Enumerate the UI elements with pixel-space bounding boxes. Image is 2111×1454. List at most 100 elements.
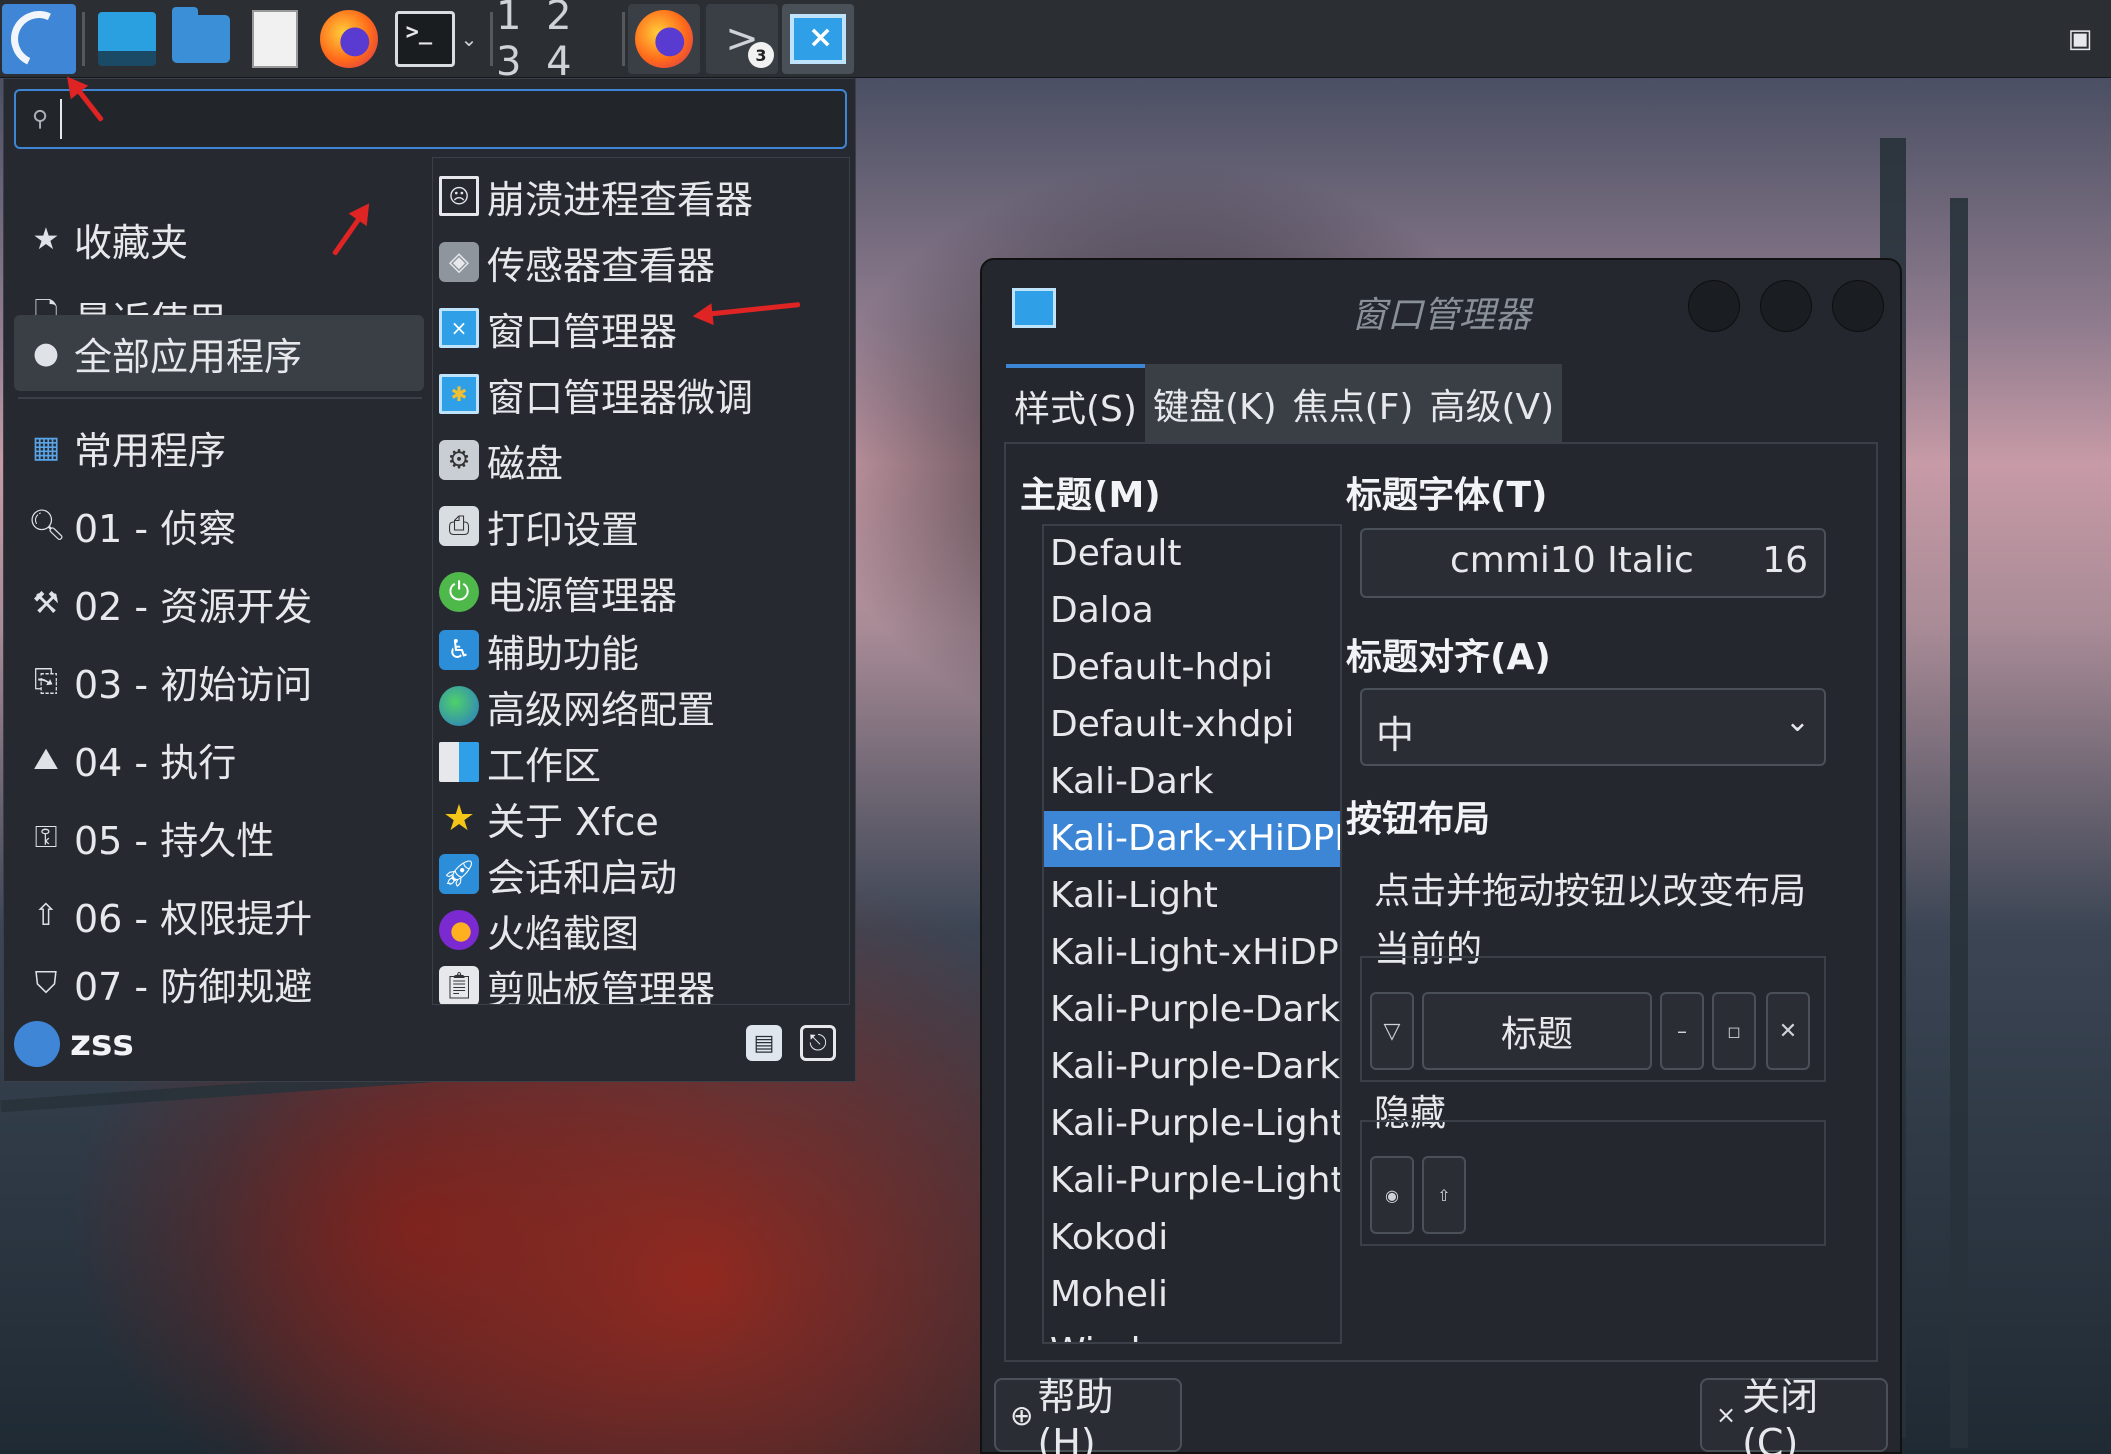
theme-item[interactable]: Kali-Light-xHiDPI bbox=[1044, 925, 1340, 981]
tab-focus[interactable]: 焦点(F) bbox=[1284, 364, 1422, 444]
terminal-window-button[interactable]: > 3 bbox=[706, 4, 778, 74]
theme-item[interactable]: Kali-Purple-Dark bbox=[1044, 982, 1340, 1038]
app-power-manager[interactable]: ⏻ 电源管理器 bbox=[439, 562, 677, 622]
category-execution[interactable]: ⛰ 04 - 执行 bbox=[14, 721, 424, 797]
theme-item[interactable]: Kali-Dark bbox=[1044, 754, 1340, 810]
minimize-icon: – bbox=[1677, 1019, 1687, 1043]
show-desktop-button[interactable] bbox=[92, 4, 162, 74]
text-editor-button[interactable] bbox=[242, 4, 308, 74]
close-window-button[interactable] bbox=[1832, 280, 1884, 332]
title-layout-button[interactable]: 标题 bbox=[1422, 992, 1652, 1070]
network-globe-icon bbox=[439, 686, 479, 726]
window-manager-window-button[interactable] bbox=[782, 4, 854, 74]
grid-icon: ▦ bbox=[31, 429, 61, 465]
tab-keyboard[interactable]: 键盘(K) bbox=[1144, 364, 1285, 444]
power-manager-icon: ⏻ bbox=[439, 572, 479, 612]
tab-advanced[interactable]: 高级(V) bbox=[1421, 364, 1563, 444]
session-rocket-icon: 🚀︎ bbox=[439, 854, 479, 894]
clipboard-icon: 📋︎ bbox=[439, 966, 479, 1004]
category-label: 02 - 资源开发 bbox=[74, 584, 313, 629]
app-print-settings[interactable]: ⎙ 打印设置 bbox=[439, 496, 639, 556]
category-reconnaissance[interactable]: 🔍︎ 01 - 侦察 bbox=[14, 487, 424, 563]
dialog-titlebar[interactable]: 窗口管理器 bbox=[982, 260, 1900, 354]
theme-item[interactable]: Moheli bbox=[1044, 1267, 1340, 1323]
star-icon: ★ bbox=[32, 221, 60, 257]
magnifier-icon: 🔍︎ bbox=[28, 507, 67, 543]
settings-manager-button[interactable]: ▤ bbox=[746, 1025, 782, 1061]
category-initial-access[interactable]: ⎘ 03 - 初始访问 bbox=[14, 643, 424, 719]
app-crash-viewer[interactable]: ☹ 崩溃进程查看器 bbox=[439, 166, 753, 226]
workspace-switcher[interactable]: 1 2 3 4 bbox=[496, 0, 616, 85]
panel-separator bbox=[622, 12, 625, 66]
tab-style[interactable]: 样式(S) bbox=[1006, 364, 1145, 444]
category-persistence[interactable]: ⚿ 05 - 持久性 bbox=[14, 799, 424, 875]
help-button-label: 帮助(H) bbox=[1037, 1374, 1114, 1454]
theme-item-selected[interactable]: Kali-Dark-xHiDPI bbox=[1044, 811, 1340, 867]
font-name: cmmi10 Italic bbox=[1450, 540, 1694, 581]
kali-menu-button[interactable] bbox=[2, 3, 76, 75]
category-label: 04 - 执行 bbox=[74, 740, 237, 785]
theme-item[interactable]: Kali-Purple-Light bbox=[1044, 1096, 1340, 1152]
app-session-startup[interactable]: 🚀︎ 会话和启动 bbox=[439, 844, 677, 904]
app-sensor-viewer[interactable]: ◈ 传感器查看器 bbox=[439, 232, 715, 292]
theme-item[interactable]: Wind... bbox=[1044, 1324, 1340, 1342]
close-layout-button[interactable]: ✕ bbox=[1766, 992, 1810, 1070]
terminal-launcher-button[interactable]: >_ ⌄ bbox=[390, 4, 482, 74]
minimize-button[interactable] bbox=[1688, 280, 1740, 332]
category-divider bbox=[18, 397, 422, 399]
search-input[interactable] bbox=[60, 99, 830, 139]
app-label: 高级网络配置 bbox=[487, 687, 716, 732]
app-window-manager[interactable]: × 窗口管理器 bbox=[439, 298, 677, 358]
app-flameshot[interactable]: 火焰截图 bbox=[439, 900, 639, 960]
menu-layout-button[interactable]: ▽ bbox=[1370, 992, 1414, 1070]
category-all-applications[interactable]: ● 全部应用程序 bbox=[14, 315, 424, 391]
logout-button[interactable]: ⎋ bbox=[800, 1025, 836, 1061]
app-disks[interactable]: ⚙ 磁盘 bbox=[439, 430, 563, 490]
theme-list[interactable]: Default Daloa Default-hdpi Default-xhdpi… bbox=[1042, 524, 1342, 1344]
category-defense-evasion[interactable]: ⛉ 07 - 防御规避 bbox=[14, 955, 424, 1011]
title-align-select[interactable]: 中 ⌄ bbox=[1360, 688, 1826, 766]
flameshot-icon bbox=[439, 910, 479, 950]
notification-button[interactable]: ▣ bbox=[2060, 4, 2100, 74]
chevron-down-icon[interactable]: ⌄ bbox=[461, 27, 478, 51]
close-button[interactable]: × 关闭(C) bbox=[1700, 1375, 1888, 1454]
theme-item[interactable]: Kali-Purple-Dark- bbox=[1044, 1039, 1340, 1095]
theme-item[interactable]: Daloa bbox=[1044, 583, 1340, 639]
workspace-numbers: 1 2 3 4 bbox=[496, 0, 578, 85]
maximize-layout-button[interactable]: ◻ bbox=[1712, 992, 1756, 1070]
category-resource-development[interactable]: ⚒ 02 - 资源开发 bbox=[14, 565, 424, 641]
title-font-button[interactable]: cmmi10 Italic 16 bbox=[1360, 528, 1826, 598]
help-button[interactable]: ⊕ 帮助(H) bbox=[994, 1375, 1182, 1454]
terminal-icon: >_ bbox=[394, 11, 455, 67]
theme-item[interactable]: Kali-Light bbox=[1044, 868, 1340, 924]
firefox-window-button[interactable] bbox=[628, 4, 700, 74]
printer-icon: ⎙ bbox=[439, 506, 479, 546]
app-advanced-network[interactable]: 高级网络配置 bbox=[439, 676, 715, 736]
app-window-manager-tweaks[interactable]: ✱ 窗口管理器微调 bbox=[439, 364, 753, 424]
file-manager-button[interactable] bbox=[166, 4, 236, 74]
app-label: 磁盘 bbox=[487, 441, 564, 486]
app-label: 电源管理器 bbox=[487, 573, 678, 618]
app-clipboard-manager[interactable]: 📋︎ 剪贴板管理器 bbox=[439, 956, 715, 1004]
app-about-xfce[interactable]: ★ 关于 Xfce bbox=[439, 788, 659, 848]
theme-label: 主题(M) bbox=[1020, 475, 1161, 516]
app-accessibility[interactable]: ♿︎ 辅助功能 bbox=[439, 620, 639, 680]
theme-item[interactable]: Default-xhdpi bbox=[1044, 697, 1340, 753]
maximize-button[interactable] bbox=[1760, 280, 1812, 332]
firefox-launcher-button[interactable] bbox=[314, 4, 384, 74]
theme-item[interactable]: Default bbox=[1044, 526, 1340, 582]
shade-layout-button[interactable]: ⇧ bbox=[1422, 1156, 1466, 1234]
stick-layout-button[interactable]: ◉ bbox=[1370, 1156, 1414, 1234]
close-button-label: 关闭(C) bbox=[1742, 1374, 1819, 1454]
category-privilege-escalation[interactable]: ⇧ 06 - 权限提升 bbox=[14, 877, 424, 953]
theme-item[interactable]: Kokodi bbox=[1044, 1210, 1340, 1266]
search-box[interactable]: ⚲ bbox=[14, 89, 847, 149]
category-common-programs[interactable]: ▦ 常用程序 bbox=[14, 409, 424, 485]
theme-item[interactable]: Kali-Purple-Light bbox=[1044, 1153, 1340, 1209]
top-panel: >_ ⌄ 1 2 3 4 > 3 ▣ bbox=[0, 0, 2111, 85]
app-workspaces[interactable]: 工作区 bbox=[439, 732, 601, 792]
minimize-layout-button[interactable]: – bbox=[1660, 992, 1704, 1070]
theme-item[interactable]: Default-hdpi bbox=[1044, 640, 1340, 696]
search-icon: ⚲ bbox=[32, 107, 49, 132]
text-editor-icon bbox=[252, 10, 298, 68]
